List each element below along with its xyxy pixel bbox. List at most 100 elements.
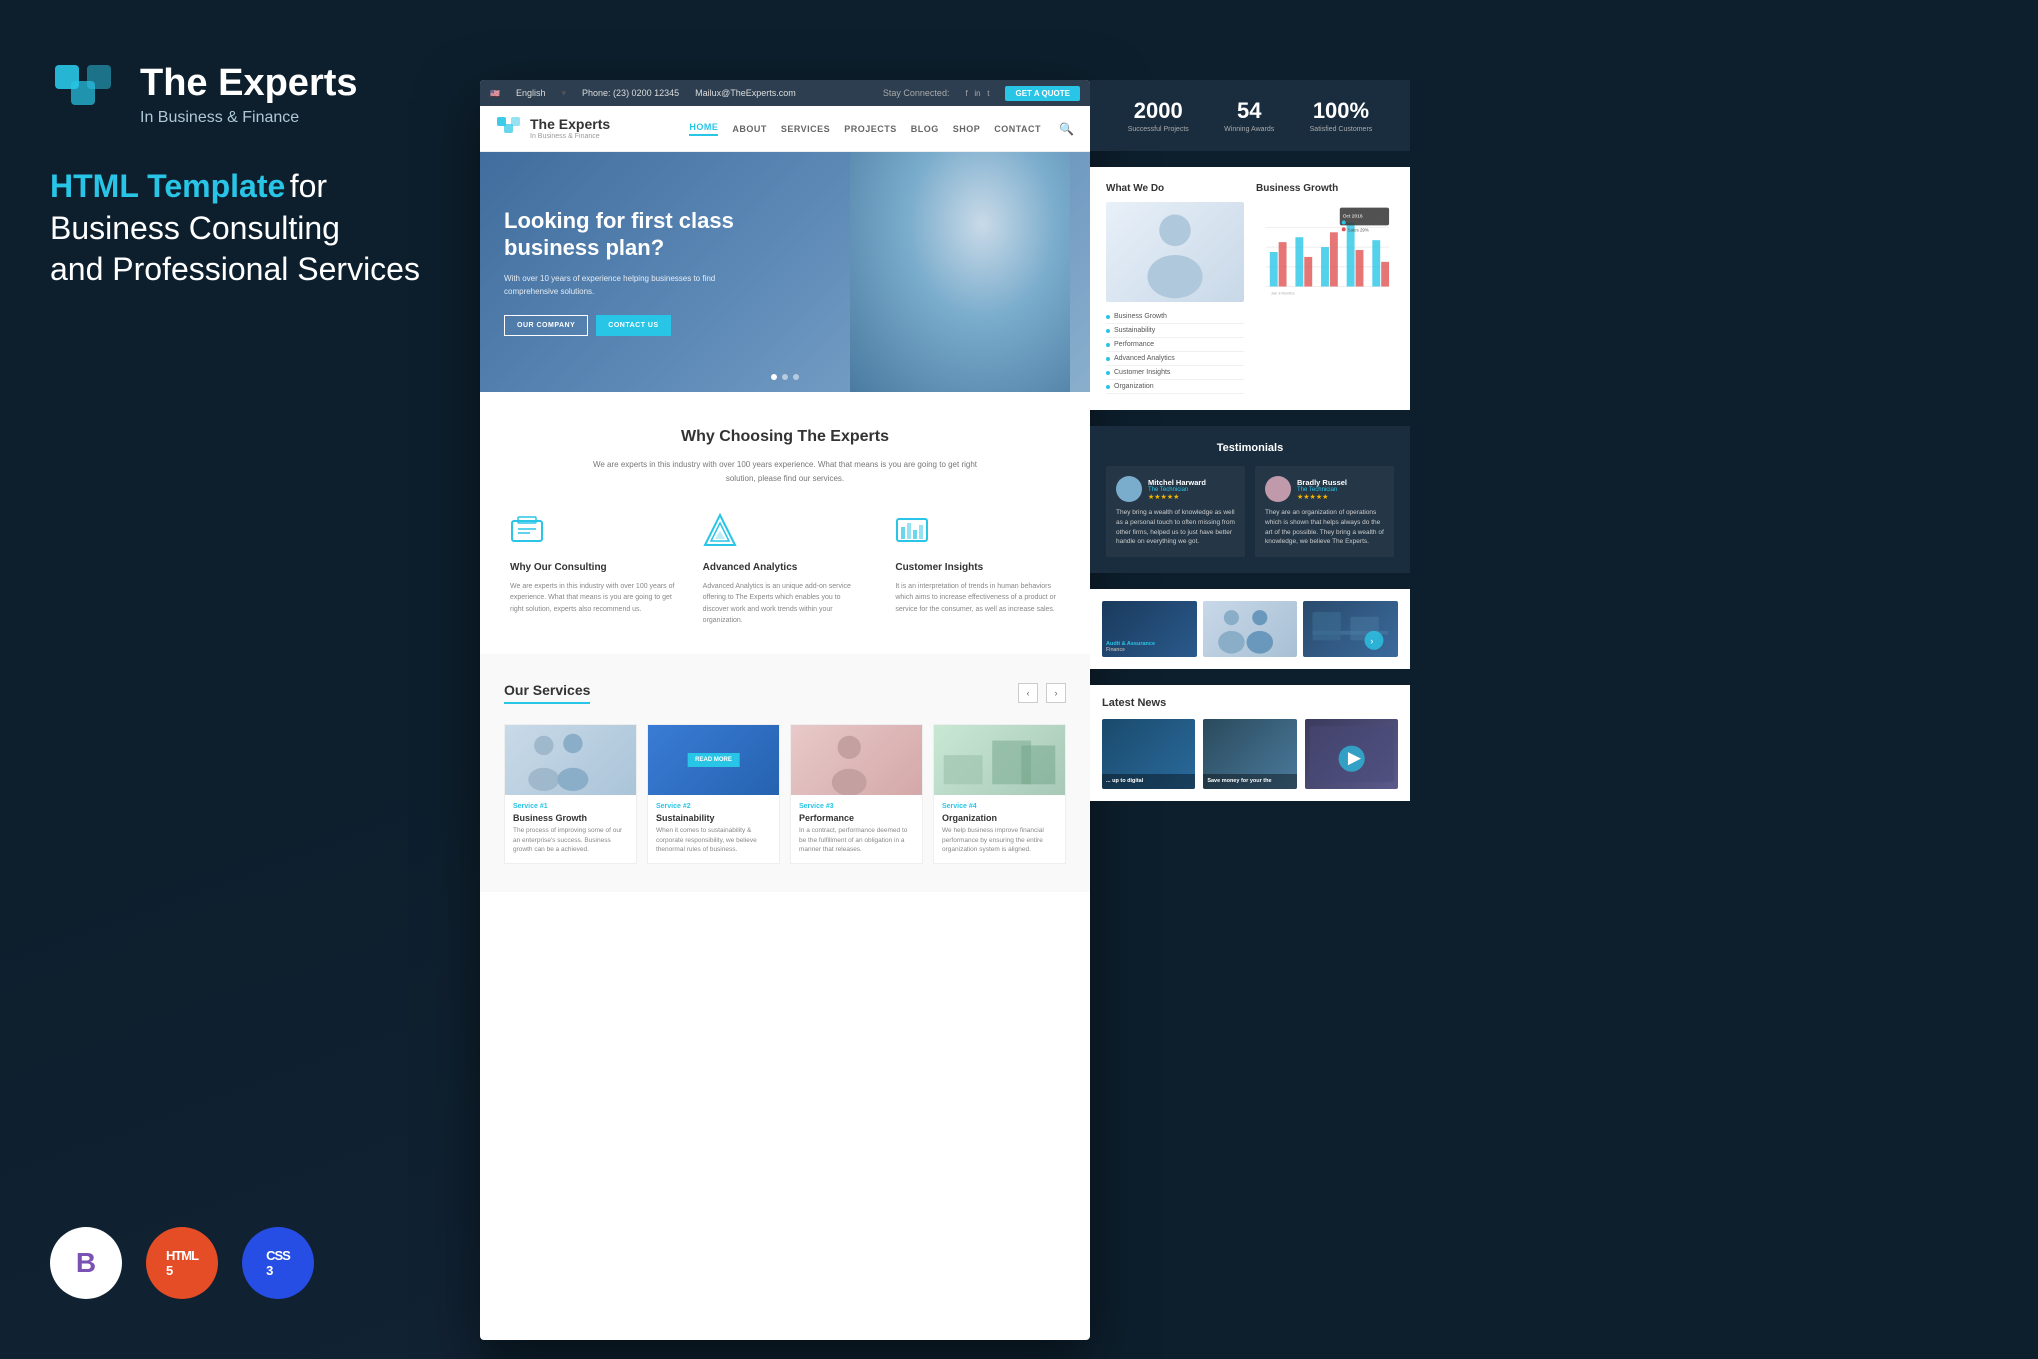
service-image-3 (791, 725, 922, 795)
services-next-button[interactable]: › (1046, 683, 1066, 703)
insights-desc: It is an interpretation of trends in hum… (895, 581, 1060, 615)
topbar: 🇺🇸 English ▾ Phone: (23) 0200 12345 Mail… (480, 80, 1090, 106)
testimonials-section: Testimonials Mitchel Harward The Technic… (1090, 426, 1410, 573)
service-card-3: Service #3 Performance In a contract, pe… (790, 724, 923, 864)
nav-item-services[interactable]: SERVICES (781, 124, 830, 134)
hero-dot-1[interactable] (771, 374, 777, 380)
testimonial-text-2: They are an organization of operations w… (1265, 508, 1384, 547)
tagline-normal1: for (290, 168, 327, 204)
business-growth-chart: Oct 2016 Bus. Growth 12% Sales 29% Jan 3… (1256, 202, 1394, 302)
portfolio-grid: Audit & Assurance Finance (1102, 601, 1398, 657)
what-item-4: Advanced Analytics (1106, 352, 1244, 366)
news-text-2: Save money for your the (1207, 778, 1292, 785)
service-body-2: Service #2 Sustainability When it comes … (648, 795, 779, 863)
right-panel: 2000 Successful Projects 54 Winning Awar… (1090, 80, 1410, 1340)
service-body-4: Service #4 Organization We help business… (934, 795, 1065, 863)
nav-logo-sub: In Business & Finance (530, 133, 610, 140)
phone-number: Phone: (23) 0200 12345 (582, 88, 679, 98)
nav-logo-icon (496, 116, 522, 142)
tagline-highlight: HTML Template (50, 168, 285, 204)
hero-title: Looking for first class business plan? (504, 208, 756, 261)
nav-item-contact[interactable]: CONTACT (994, 124, 1041, 134)
testimonial-author-1: Mitchel Harward The Technician ★★★★★ (1116, 476, 1235, 502)
stats-bar: 2000 Successful Projects 54 Winning Awar… (1090, 80, 1410, 151)
nav-item-blog[interactable]: BLOG (911, 124, 939, 134)
why-card-insights: Customer Insights It is an interpretatio… (889, 513, 1066, 626)
news-item-1: ... up to digital (1102, 719, 1195, 789)
news-grid: ... up to digital Save money for your th… (1102, 719, 1398, 789)
service-card-1: Service #1 Business Growth The process o… (504, 724, 637, 864)
what-item-5: Customer Insights (1106, 366, 1244, 380)
analytics-title: Advanced Analytics (703, 562, 868, 573)
email-address: Mailux@TheExperts.com (695, 88, 796, 98)
flag-icon: 🇺🇸 (490, 89, 500, 98)
brand-area: The Experts In Business & Finance (50, 60, 430, 130)
what-dot-1 (1106, 315, 1110, 319)
html5-badge: HTML5 (146, 1227, 218, 1299)
testimonials-grid: Mitchel Harward The Technician ★★★★★ The… (1106, 466, 1394, 557)
read-more-button[interactable]: READ MORE (687, 753, 740, 767)
why-section: Why Choosing The Experts We are experts … (480, 392, 1090, 654)
testimonial-avatar-1 (1116, 476, 1142, 502)
hero-dot-2[interactable] (782, 374, 788, 380)
what-we-do-image (1106, 202, 1244, 302)
stat-customers: 100% Satisfied Customers (1310, 98, 1373, 133)
testimonial-author-2: Bradly Russel The Technician ★★★★★ (1265, 476, 1384, 502)
service-card-2: READ MORE Service #2 Sustainability When… (647, 724, 780, 864)
why-cards: Why Our Consulting We are experts in thi… (504, 513, 1066, 626)
nav-item-home[interactable]: HOME (689, 122, 718, 136)
what-dot-5 (1106, 371, 1110, 375)
what-we-do: What We Do Business Growth Sustainabilit… (1106, 183, 1244, 394)
svg-text:Jan 3 Months: Jan 3 Months (1271, 290, 1295, 295)
service-name-3: Performance (799, 813, 914, 823)
browser-mockup: 🇺🇸 English ▾ Phone: (23) 0200 12345 Mail… (480, 80, 1090, 1340)
tagline-normal2: Business Consulting (50, 210, 340, 246)
contact-us-button[interactable]: CONTACT US (596, 315, 670, 336)
nav-item-projects[interactable]: PROJECTS (844, 124, 897, 134)
svg-text:Sales 29%: Sales 29% (1348, 227, 1369, 232)
testimonial-stars-2: ★★★★★ (1297, 493, 1347, 501)
nav-item-shop[interactable]: SHOP (953, 124, 981, 134)
what-dot-6 (1106, 385, 1110, 389)
bootstrap-badge: B (50, 1227, 122, 1299)
service-image-1 (505, 725, 636, 795)
service-image-4 (934, 725, 1065, 795)
why-title: Why Choosing The Experts (504, 428, 1066, 446)
services-section: Our Services ‹ › Servic (480, 654, 1090, 892)
services-prev-button[interactable]: ‹ (1018, 683, 1038, 703)
nav-logo-text: The Experts (530, 117, 610, 132)
svg-text:›: › (1371, 636, 1374, 647)
get-quote-button[interactable]: GET A QUOTE (1005, 86, 1080, 101)
tech-badges: B HTML5 CSS3 (50, 1187, 430, 1299)
news-overlay-1: ... up to digital (1102, 774, 1195, 789)
services-grid: Service #1 Business Growth The process o… (504, 724, 1066, 864)
social-label: Stay Connected: (883, 88, 950, 98)
service-name-4: Organization (942, 813, 1057, 823)
portfolio-label-1: Audit & Assurance Finance (1106, 641, 1155, 653)
our-company-button[interactable]: OUR COMPANY (504, 315, 588, 336)
portfolio-section: Audit & Assurance Finance (1090, 589, 1410, 669)
portfolio-sub-1: Finance (1106, 647, 1155, 653)
hero-dot-3[interactable] (793, 374, 799, 380)
news-text-1: ... up to digital (1106, 778, 1191, 785)
stat-awards-num: 54 (1224, 98, 1274, 124)
hero-image (850, 152, 1070, 392)
news-overlay-2: Save money for your the (1203, 774, 1296, 789)
what-dot-2 (1106, 329, 1110, 333)
search-icon[interactable]: 🔍 (1059, 122, 1074, 136)
services-title: Our Services (504, 682, 590, 704)
language-label[interactable]: English (516, 88, 546, 98)
nav-item-about[interactable]: ABOUT (732, 124, 767, 134)
tagline-normal3: and Professional Services (50, 251, 420, 287)
business-growth: Business Growth (1256, 183, 1394, 394)
what-section: What We Do Business Growth Sustainabilit… (1090, 167, 1410, 410)
stat-projects: 2000 Successful Projects (1128, 98, 1189, 133)
service-body-1: Service #1 Business Growth The process o… (505, 795, 636, 863)
insights-title: Customer Insights (895, 562, 1060, 573)
testimonial-text-1: They bring a wealth of knowledge as well… (1116, 508, 1235, 547)
why-card-consulting: Why Our Consulting We are experts in thi… (504, 513, 681, 626)
navbar: The Experts In Business & Finance HOME A… (480, 106, 1090, 152)
consulting-title: Why Our Consulting (510, 562, 675, 573)
nav-logo: The Experts In Business & Finance (496, 116, 610, 142)
testimonial-name-1: Mitchel Harward (1148, 478, 1206, 487)
